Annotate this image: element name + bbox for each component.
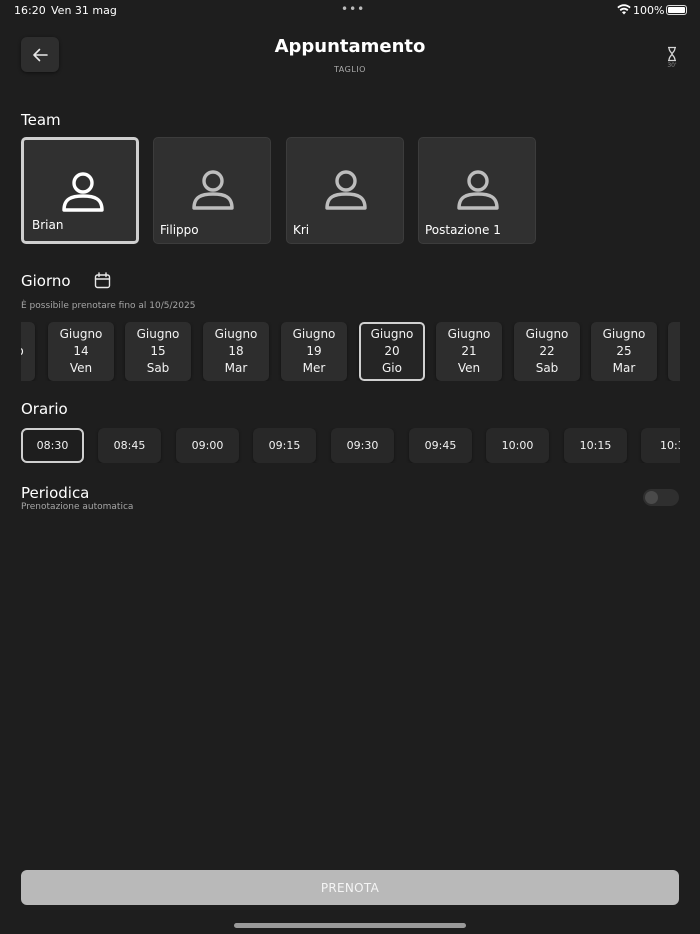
team-member-name: Kri	[293, 223, 310, 237]
day-option[interactable]: Giugno 21 Ven	[436, 322, 502, 381]
team-heading: Team	[21, 111, 61, 129]
time-heading: Orario	[21, 400, 68, 418]
day-weekday: Ven	[69, 361, 93, 375]
time-slot[interactable]: 10:3	[641, 428, 680, 463]
day-number: 15	[150, 344, 166, 358]
time-slot[interactable]: 09:30	[331, 428, 394, 463]
hourglass-icon	[668, 46, 676, 62]
day-weekday: Mer	[302, 361, 326, 375]
time-slot[interactable]: 10:00	[486, 428, 549, 463]
time-slot[interactable]: 08:45	[98, 428, 161, 463]
book-button[interactable]: PRENOTA	[21, 870, 679, 905]
battery-percent: 100%	[633, 4, 665, 17]
periodic-toggle[interactable]	[643, 489, 679, 506]
day-number: 18	[228, 344, 244, 358]
calendar-icon[interactable]	[94, 272, 111, 289]
day-month: Giugno	[525, 327, 569, 341]
battery-icon	[666, 5, 687, 15]
person-icon	[192, 170, 234, 210]
day-weekday: Sab	[535, 361, 559, 375]
time-slot-selected[interactable]: 08:30	[21, 428, 84, 463]
team-member-name: Filippo	[160, 223, 199, 237]
day-weekday: Mar	[612, 361, 636, 375]
team-member-name: Postazione 1	[425, 223, 501, 237]
team-member-kri[interactable]: Kri	[286, 137, 404, 244]
toggle-knob	[645, 491, 658, 504]
day-weekday: Gio	[382, 361, 402, 375]
day-number: 19	[306, 344, 322, 358]
day-selector: o Giugno 14 Ven Giugno 15 Sab Giugno 18 …	[21, 322, 680, 381]
page-title: Appuntamento	[274, 36, 426, 57]
day-month: Giugno	[292, 327, 336, 341]
team-list: Brian Filippo Kri Postazione 1	[21, 137, 681, 244]
wifi-icon	[617, 4, 631, 15]
day-weekday: Ven	[457, 361, 481, 375]
day-number: 20	[384, 344, 400, 358]
day-heading: Giorno	[21, 272, 71, 290]
day-number: 22	[539, 344, 555, 358]
service-subtitle: TAGLIO	[334, 65, 366, 74]
time-slot[interactable]: 10:15	[564, 428, 627, 463]
home-indicator	[234, 923, 466, 928]
person-icon	[62, 172, 104, 212]
status-time: 16:20	[14, 4, 46, 17]
day-option[interactable]: o	[21, 322, 35, 381]
time-slot[interactable]: 09:15	[253, 428, 316, 463]
day-month: Giugno	[447, 327, 491, 341]
duration-indicator: 30'	[663, 46, 681, 72]
day-option[interactable]: Giugno 18 Mar	[203, 322, 269, 381]
day-weekday: Mar	[224, 361, 248, 375]
multitask-dots-icon[interactable]: •••	[341, 2, 365, 16]
time-slot-selector: 08:30 08:45 09:00 09:15 09:30 09:45 10:0…	[21, 428, 680, 463]
day-month: Giugno	[136, 327, 180, 341]
team-member-postazione-1[interactable]: Postazione 1	[418, 137, 536, 244]
person-icon	[457, 170, 499, 210]
periodic-description: Prenotazione automatica	[21, 502, 134, 512]
day-option[interactable]: Giugno 25 Mar	[591, 322, 657, 381]
day-option[interactable]: Giugno 19 Mer	[281, 322, 347, 381]
day-number: 14	[73, 344, 89, 358]
day-month: o	[21, 343, 24, 360]
status-bar: 16:20 Ven 31 mag ••• 100%	[0, 0, 700, 22]
time-slot[interactable]: 09:45	[409, 428, 472, 463]
team-member-name: Brian	[32, 218, 64, 232]
day-month: Giugno	[370, 327, 414, 341]
person-icon	[325, 170, 367, 210]
day-option-selected[interactable]: Giugno 20 Gio	[359, 322, 425, 381]
periodic-label: Periodica	[21, 484, 90, 502]
day-number: 25	[616, 344, 632, 358]
time-slot[interactable]: 09:00	[176, 428, 239, 463]
day-option[interactable]: Giugno 15 Sab	[125, 322, 191, 381]
team-member-brian[interactable]: Brian	[21, 137, 139, 244]
day-option[interactable]	[668, 322, 680, 381]
day-option[interactable]: Giugno 22 Sab	[514, 322, 580, 381]
day-month: Giugno	[214, 327, 258, 341]
status-date: Ven 31 mag	[51, 4, 117, 17]
duration-label: 30'	[667, 62, 677, 69]
day-option[interactable]: Giugno 14 Ven	[48, 322, 114, 381]
team-member-filippo[interactable]: Filippo	[153, 137, 271, 244]
day-number: 21	[461, 344, 477, 358]
day-weekday: Sab	[146, 361, 170, 375]
booking-limit-hint: È possibile prenotare fino al 10/5/2025	[21, 301, 196, 311]
day-month: Giugno	[602, 327, 646, 341]
day-month: Giugno	[59, 327, 103, 341]
